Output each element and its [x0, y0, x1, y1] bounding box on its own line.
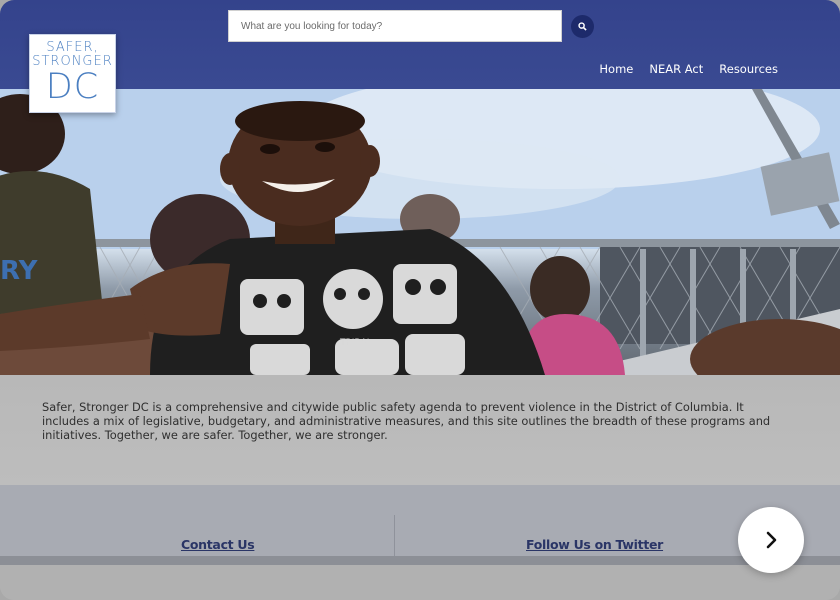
logo-text-safer: SAFER, — [46, 40, 99, 55]
search-button[interactable] — [571, 15, 594, 38]
intro-section: Safer, Stronger DC is a comprehensive an… — [0, 375, 840, 485]
next-button[interactable] — [738, 507, 804, 573]
nav-home-link[interactable]: Home — [599, 62, 633, 76]
site-header: Home NEAR Act Resources — [0, 0, 840, 89]
logo-text-dc: DC — [45, 67, 100, 107]
contact-us-link[interactable]: Contact Us — [181, 537, 255, 552]
search-box[interactable] — [228, 10, 562, 42]
search-icon — [578, 22, 587, 31]
chevron-right-icon — [766, 531, 777, 549]
footer-bar — [0, 556, 840, 565]
browser-viewport: Home NEAR Act Resources SAFER, STRONGER … — [0, 0, 840, 600]
intro-paragraph: Safer, Stronger DC is a comprehensive an… — [42, 400, 771, 442]
hero-photo-illustration: RY TRIBAL — [0, 89, 840, 375]
main-nav: Home NEAR Act Resources — [599, 62, 778, 76]
site-logo[interactable]: SAFER, STRONGER DC — [29, 34, 116, 113]
shirt-print-text: TRIBAL — [339, 338, 372, 348]
footer-links-band — [0, 485, 840, 565]
nav-near-act-link[interactable]: NEAR Act — [649, 62, 703, 76]
page-bottom — [0, 565, 840, 600]
search-input[interactable] — [229, 11, 561, 41]
hero-image: RY TRIBAL — [0, 89, 840, 375]
svg-text:RY: RY — [0, 256, 39, 286]
follow-twitter-link[interactable]: Follow Us on Twitter — [526, 537, 663, 552]
nav-resources-link[interactable]: Resources — [719, 62, 778, 76]
